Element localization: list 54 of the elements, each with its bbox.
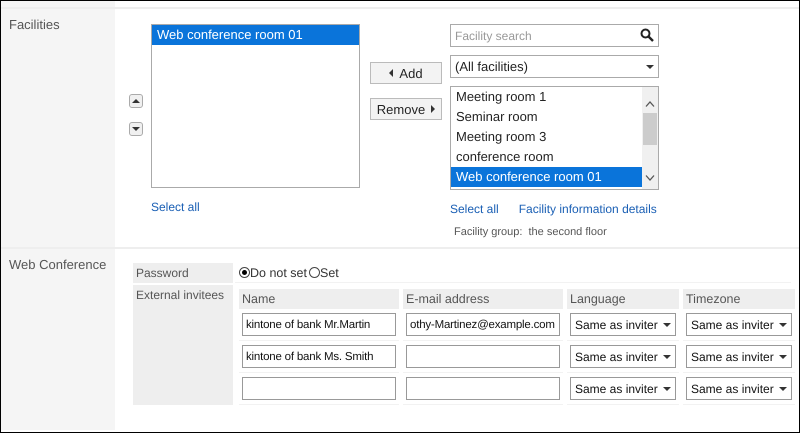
list-item[interactable]: conference room xyxy=(451,147,642,167)
section-label: Facilities xyxy=(9,17,60,32)
caret-icon xyxy=(646,64,654,68)
search-field[interactable]: Facility search xyxy=(450,24,659,47)
timezone-dropdown[interactable]: Same as inviter xyxy=(686,313,792,336)
language-dropdown[interactable]: Same as inviter xyxy=(570,377,676,400)
email-field[interactable] xyxy=(406,345,560,368)
caret-icon xyxy=(132,99,140,103)
email-field[interactable]: othy-Martinez@example.com xyxy=(406,313,560,336)
caret-icon xyxy=(132,127,140,131)
select-all-link[interactable]: Select all xyxy=(450,202,499,216)
caret-icon xyxy=(663,322,671,326)
timezone-dropdown[interactable]: Same as inviter xyxy=(686,377,792,400)
column-header: Name xyxy=(239,289,399,309)
facility-group-label: Facility group: xyxy=(454,226,522,238)
caret-icon xyxy=(663,386,671,390)
name-field[interactable]: kintone of bank Mr.Martin xyxy=(242,313,396,336)
list-item[interactable]: Web conference room 01 xyxy=(451,167,642,187)
select-all-link[interactable]: Select all xyxy=(151,200,200,214)
search-icon[interactable] xyxy=(640,28,654,42)
name-field[interactable]: kintone of bank Ms. Smith xyxy=(242,345,396,368)
language-dropdown[interactable]: Same as inviter xyxy=(570,313,676,336)
email-field[interactable] xyxy=(406,377,560,400)
list-item[interactable]: Meeting room 3 xyxy=(451,127,642,147)
radio-option[interactable]: Do not set xyxy=(239,266,307,280)
list-item[interactable]: Meeting room 1 xyxy=(451,87,642,107)
radio-option[interactable]: Set xyxy=(308,266,339,280)
caret-icon xyxy=(779,354,787,358)
scrollbar[interactable] xyxy=(642,87,658,189)
list-item[interactable]: Seminar room xyxy=(451,107,642,127)
field-label: External invitees xyxy=(133,285,233,405)
column-header: Timezone xyxy=(683,289,795,309)
move-down-button[interactable] xyxy=(129,122,143,136)
section-label: Web Conference xyxy=(9,257,106,272)
scroll-up-icon[interactable] xyxy=(645,101,655,107)
column-header: E-mail address xyxy=(403,289,563,309)
caret-icon xyxy=(779,386,787,390)
name-field[interactable] xyxy=(242,377,396,400)
left-arrow-icon xyxy=(389,69,394,77)
caret-icon xyxy=(779,322,787,326)
facility-group-value: the second floor xyxy=(528,226,607,238)
right-arrow-icon xyxy=(431,105,436,113)
add-button[interactable]: Add xyxy=(370,62,442,84)
language-dropdown[interactable]: Same as inviter xyxy=(570,345,676,368)
scroll-down-icon[interactable] xyxy=(645,175,655,181)
field-label: Password xyxy=(133,263,233,283)
caret-icon xyxy=(663,354,671,358)
timezone-dropdown[interactable]: Same as inviter xyxy=(686,345,792,368)
list-item[interactable]: Web conference room 01 xyxy=(152,25,359,45)
column-header: Language xyxy=(567,289,679,309)
move-up-button[interactable] xyxy=(129,94,143,108)
facility-details-link[interactable]: Facility information details xyxy=(518,202,657,216)
facility-filter-dropdown[interactable]: (All facilities) xyxy=(450,55,659,78)
remove-button[interactable]: Remove xyxy=(370,98,442,120)
